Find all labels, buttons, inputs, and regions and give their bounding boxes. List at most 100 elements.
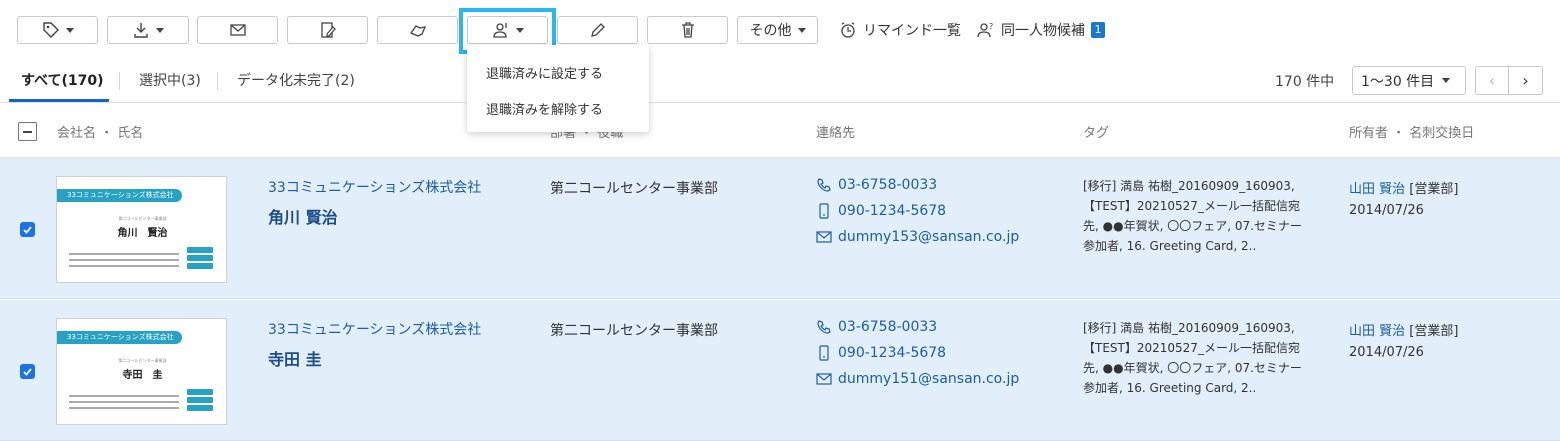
prev-page-button[interactable]: ‹ [1475, 66, 1509, 95]
table-row[interactable]: 33コミュニケーションズ株式会社 第二コールセンター事業部 角川 賢治 33コミ… [0, 158, 1560, 299]
download-button[interactable] [107, 16, 189, 44]
chevron-down-icon [156, 27, 164, 33]
tag-button[interactable] [17, 16, 98, 44]
phone-number: 03-6758-0033 [838, 177, 938, 193]
mail-button[interactable] [197, 16, 278, 44]
tab-bar: すべて(170) 選択中(3) データ化未完了(2) 170 件中 1〜30 件… [0, 60, 1560, 103]
result-count: 170 件中 [1275, 74, 1335, 90]
active-tab-indicator [9, 99, 109, 102]
phone-number: 03-6758-0033 [838, 319, 938, 335]
person-question-icon: ? [977, 22, 993, 38]
card-company: 33コミュニケーションズ株式会社 [57, 331, 182, 344]
next-page-button[interactable]: › [1509, 66, 1543, 95]
card-text-lines [69, 253, 179, 271]
email-address: dummy153@sansan.co.jp [838, 229, 1020, 245]
clock-icon [841, 22, 855, 38]
column-header-owner[interactable]: 所有者 ・ 名刺交換日 [1349, 122, 1474, 141]
card-dept: 第二コールセンター事業部 [118, 358, 167, 363]
mail-icon [816, 373, 832, 385]
column-header-contact: 連絡先 [816, 126, 856, 141]
minus-icon [23, 130, 32, 133]
owner: 山田 賢治 [営業部] [1349, 320, 1458, 339]
same-person-badge: 1 [1091, 22, 1105, 38]
tab-divider [217, 72, 218, 90]
owner-name-link[interactable]: 山田 賢治 [1349, 324, 1405, 339]
phone-contact[interactable]: 03-6758-0033 [816, 177, 937, 193]
mobile-icon [819, 203, 829, 219]
card-company: 33コミュニケーションズ株式会社 [57, 189, 182, 202]
same-person-link[interactable]: ? 同一人物候補 1 [977, 20, 1105, 40]
mobile-contact[interactable]: 090-1234-5678 [816, 345, 946, 361]
card-logo-blocks [187, 389, 213, 413]
phone-contact[interactable]: 03-6758-0033 [816, 319, 937, 335]
person-name-link[interactable]: 寺田 圭 [268, 346, 322, 370]
remind-label: リマインド一覧 [863, 23, 961, 39]
note-edit-icon [320, 22, 336, 38]
handshake-button[interactable] [377, 16, 458, 44]
email-address: dummy151@sansan.co.jp [838, 371, 1020, 387]
check-icon [23, 226, 32, 234]
edit-note-button[interactable] [287, 16, 368, 44]
row-checkbox[interactable] [20, 222, 35, 237]
mobile-contact[interactable]: 090-1234-5678 [816, 203, 946, 219]
email-contact[interactable]: dummy153@sansan.co.jp [816, 229, 1019, 245]
delete-button[interactable] [647, 16, 728, 44]
email-contact[interactable]: dummy151@sansan.co.jp [816, 371, 1019, 387]
chevron-right-icon: › [1522, 71, 1529, 90]
mobile-number: 090-1234-5678 [838, 203, 947, 219]
pencil-button[interactable] [557, 16, 638, 44]
tag-icon [42, 22, 59, 38]
phone-icon [817, 320, 831, 334]
more-button[interactable]: その他 [737, 16, 818, 44]
menu-item-unset-retired[interactable]: 退職済みを解除する [486, 99, 603, 118]
business-card-image[interactable]: 33コミュニケーションズ株式会社 第二コールセンター事業部 寺田 圭 [56, 318, 227, 425]
remind-list-link[interactable]: リマインド一覧 [839, 20, 961, 40]
table-row[interactable]: 33コミュニケーションズ株式会社 第二コールセンター事業部 寺田 圭 33コミュ… [0, 300, 1560, 441]
department: 第二コールセンター事業部 [550, 323, 718, 339]
card-logo-blocks [187, 247, 213, 271]
business-card-image[interactable]: 33コミュニケーションズ株式会社 第二コールセンター事業部 角川 賢治 [56, 176, 227, 283]
card-text-lines [69, 395, 179, 413]
owner-dept: [営業部] [1409, 324, 1459, 339]
tab-all[interactable]: すべて(170) [21, 70, 103, 90]
company-link[interactable]: 33コミュニケーションズ株式会社 [268, 319, 481, 339]
mail-icon [229, 24, 246, 36]
chevron-down-icon [1442, 78, 1451, 83]
svg-text:?: ? [989, 22, 993, 31]
person-name-link[interactable]: 角川 賢治 [268, 204, 338, 228]
owner: 山田 賢治 [営業部] [1349, 178, 1458, 197]
card-name: 寺田 圭 [122, 370, 163, 381]
chevron-down-icon [65, 27, 74, 33]
mobile-icon [819, 345, 829, 361]
company-link[interactable]: 33コミュニケーションズ株式会社 [268, 177, 481, 197]
retire-dropdown-menu: 退職済みに設定する 退職済みを解除する [467, 45, 649, 132]
mail-icon [816, 231, 832, 243]
download-icon [134, 23, 148, 38]
trash-icon [681, 22, 694, 38]
tag-list: [移行] 満島 祐樹_20160909_160903, 【TEST】202105… [1083, 321, 1302, 395]
per-page-value: 1〜30 件目 [1361, 73, 1435, 90]
chevron-left-icon: ‹ [1488, 71, 1496, 90]
table-header: 会社名 ・ 氏名 部署 ・ 役職 連絡先 タグ 所有者 ・ 名刺交換日 [0, 103, 1560, 158]
owner-name-link[interactable]: 山田 賢治 [1349, 182, 1405, 197]
row-checkbox[interactable] [20, 364, 35, 379]
more-label: その他 [749, 23, 792, 39]
chevron-down-icon [797, 27, 806, 33]
column-header-tag: タグ [1083, 126, 1110, 141]
check-icon [23, 368, 32, 376]
exchange-date: 2014/07/26 [1349, 345, 1424, 360]
tag-list: [移行] 満島 祐樹_20160909_160903, 【TEST】202105… [1083, 179, 1302, 253]
owner-dept: [営業部] [1409, 182, 1459, 197]
exchange-date: 2014/07/26 [1349, 203, 1424, 218]
select-all-checkbox[interactable] [18, 122, 37, 141]
department: 第二コールセンター事業部 [550, 181, 718, 197]
column-header-name[interactable]: 会社名 ・ 氏名 [57, 122, 143, 141]
card-dept: 第二コールセンター事業部 [118, 216, 167, 221]
tab-divider [119, 72, 120, 90]
tab-incomplete[interactable]: データ化未完了(2) [237, 70, 355, 90]
pencil-icon [590, 23, 605, 37]
menu-item-set-retired[interactable]: 退職済みに設定する [486, 63, 603, 82]
handshake-icon [409, 25, 426, 37]
tab-selected[interactable]: 選択中(3) [139, 70, 201, 90]
per-page-select[interactable]: 1〜30 件目 [1352, 66, 1466, 95]
